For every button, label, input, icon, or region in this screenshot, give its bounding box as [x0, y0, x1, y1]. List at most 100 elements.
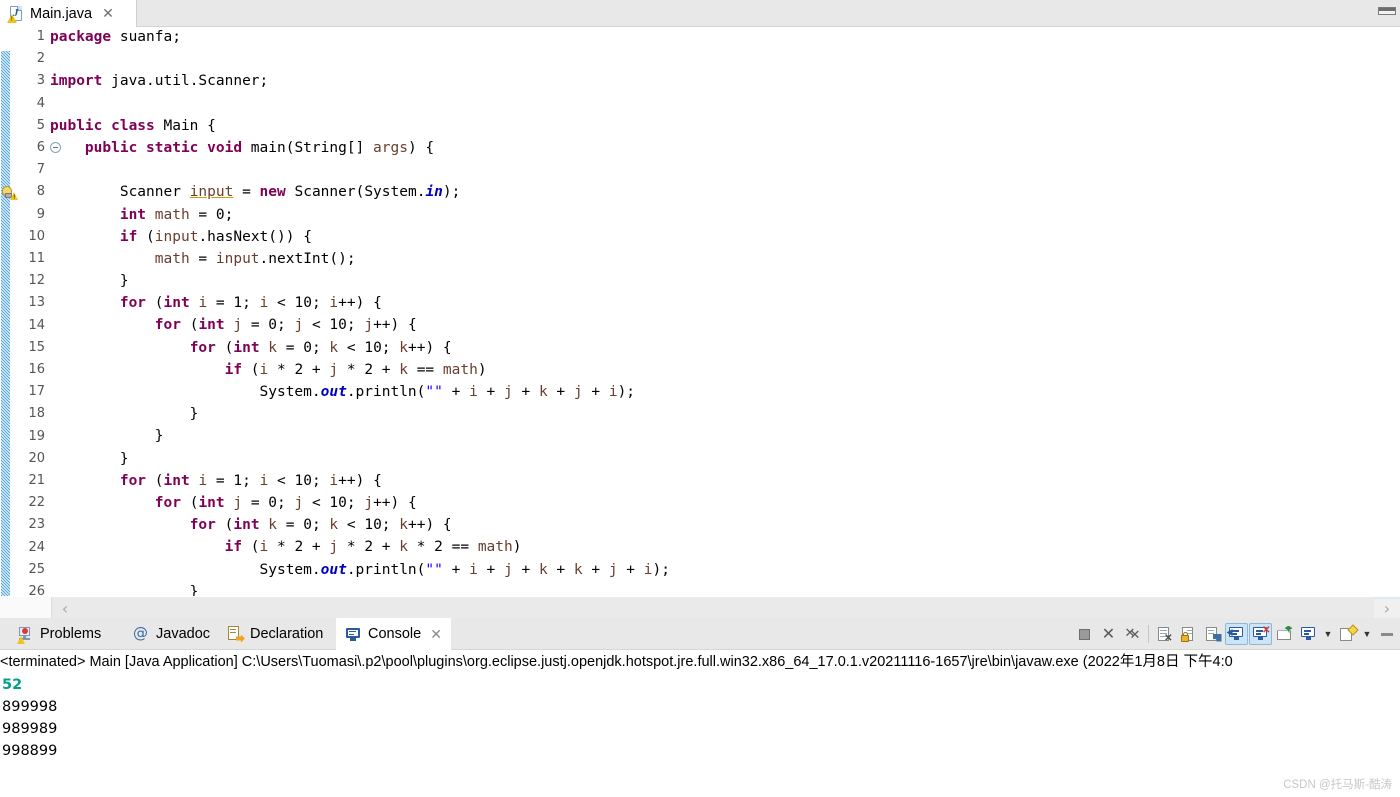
code-editor[interactable]: ! 12345678910111213141516171819202122232… [0, 27, 1400, 596]
code-line: } [50, 403, 670, 425]
display-selected-console-button[interactable] [1297, 623, 1320, 645]
line-number: 6 [37, 137, 45, 159]
code-token: i [469, 562, 478, 578]
code-token: < 10; [338, 517, 399, 533]
scrollbar-corner [0, 597, 52, 619]
open-console-dropdown[interactable]: ▼ [1360, 623, 1374, 645]
code-line: } [50, 581, 670, 596]
minimize-view-button[interactable] [1375, 623, 1398, 645]
line-number: 2 [37, 48, 45, 70]
code-token: if [225, 362, 242, 378]
code-token: input [155, 229, 199, 245]
code-token: public class [50, 118, 155, 134]
code-token: i [329, 295, 338, 311]
code-token: + [443, 384, 469, 400]
clear-console-button[interactable]: ✕ [1153, 623, 1176, 645]
pin-console-button[interactable] [1273, 623, 1296, 645]
line-number: 20 [28, 448, 45, 470]
word-wrap-button[interactable] [1201, 623, 1224, 645]
line-number: 14 [28, 315, 45, 337]
code-line [50, 93, 670, 115]
code-token: input [190, 184, 234, 200]
code-token: = 0; [242, 495, 294, 511]
code-token: Scanner(System. [286, 184, 426, 200]
console-terminated-line: <terminated> Main [Java Application] C:\… [0, 650, 1400, 674]
line-number: 7 [37, 159, 45, 181]
code-line: import java.util.Scanner; [50, 70, 670, 92]
code-token: j [609, 562, 618, 578]
editor-tab-close-icon[interactable]: ✕ [102, 5, 114, 22]
remove-all-launches-button[interactable]: ✕✕ [1121, 623, 1144, 645]
code-line: for (int i = 1; i < 10; i++) { [50, 292, 670, 314]
code-token [260, 340, 269, 356]
code-token: k [399, 362, 408, 378]
code-token: i [469, 384, 478, 400]
view-tab-close-icon[interactable]: ✕ [430, 626, 442, 643]
code-token: main(String[] [242, 140, 373, 156]
terminate-button[interactable] [1073, 623, 1096, 645]
view-tab-problems[interactable]: Problems [8, 618, 110, 650]
open-console-button[interactable] [1336, 623, 1359, 645]
code-token: if [225, 539, 242, 555]
line-number: 1 [37, 27, 45, 48]
remove-launch-button[interactable]: ✕ [1097, 623, 1120, 645]
code-token [50, 495, 155, 511]
code-token [146, 207, 155, 223]
code-token: Scanner [50, 184, 190, 200]
code-line: if (i * 2 + j * 2 + k * 2 == math) [50, 536, 670, 558]
code-token: package [50, 29, 111, 45]
editor-horizontal-scrollbar[interactable]: ‹ › [0, 596, 1400, 618]
code-token: for [190, 340, 216, 356]
code-token: public static void [85, 140, 242, 156]
show-console-on-output-button[interactable] [1225, 623, 1248, 645]
console-output[interactable]: 52899998989989998899 [0, 674, 1400, 797]
code-token: + [548, 384, 574, 400]
view-tab-declaration[interactable]: Declaration [218, 618, 332, 650]
code-token: < 10; [338, 340, 399, 356]
line-number: 17 [28, 381, 45, 403]
source-code-area[interactable]: package suanfa; import java.util.Scanner… [50, 27, 670, 596]
code-token: i [260, 362, 269, 378]
view-tab-console[interactable]: Console✕ [336, 618, 451, 650]
code-token: int [120, 207, 146, 223]
code-token: i [609, 384, 618, 400]
code-token [50, 517, 190, 533]
line-number: 9 [37, 204, 45, 226]
restore-window-icon[interactable] [1374, 3, 1396, 15]
code-token: for [155, 495, 181, 511]
view-tab-javadoc[interactable]: @Javadoc [124, 618, 219, 650]
code-token: + [548, 562, 574, 578]
code-token: int [233, 340, 259, 356]
code-line: int math = 0; [50, 204, 670, 226]
console-toolbar: ✕✕✕✕✕▼▼ [1073, 618, 1398, 650]
display-selected-console-dropdown[interactable]: ▼ [1321, 623, 1335, 645]
code-token [50, 473, 120, 489]
line-number: 24 [28, 537, 45, 559]
code-token: System. [50, 562, 321, 578]
editor-tab-main-java[interactable]: J ! Main.java ✕ [0, 0, 137, 27]
code-token: int [164, 473, 190, 489]
scroll-right-button[interactable]: › [1374, 597, 1400, 619]
code-token: j [329, 362, 338, 378]
code-token: + [583, 384, 609, 400]
code-token: j [574, 384, 583, 400]
scroll-left-button[interactable]: ‹ [52, 597, 78, 619]
code-token: int [198, 495, 224, 511]
code-token: k [329, 340, 338, 356]
code-token: = 0; [277, 517, 329, 533]
code-token: = 1; [207, 473, 259, 489]
scrollbar-track[interactable] [52, 597, 1374, 619]
scroll-lock-button[interactable] [1177, 623, 1200, 645]
code-token [260, 517, 269, 533]
csdn-watermark: CSDN @托马斯-酷涛 [1283, 776, 1392, 792]
code-token: j [295, 317, 304, 333]
code-token: = 0; [190, 207, 234, 223]
code-token: } [50, 406, 198, 422]
code-line: if (i * 2 + j * 2 + k == math) [50, 359, 670, 381]
code-token: int [233, 517, 259, 533]
code-token [50, 251, 155, 267]
show-console-on-error-button[interactable]: ✕ [1249, 623, 1272, 645]
code-token: ++) { [338, 473, 382, 489]
code-token: k [539, 562, 548, 578]
code-line: math = input.nextInt(); [50, 248, 670, 270]
